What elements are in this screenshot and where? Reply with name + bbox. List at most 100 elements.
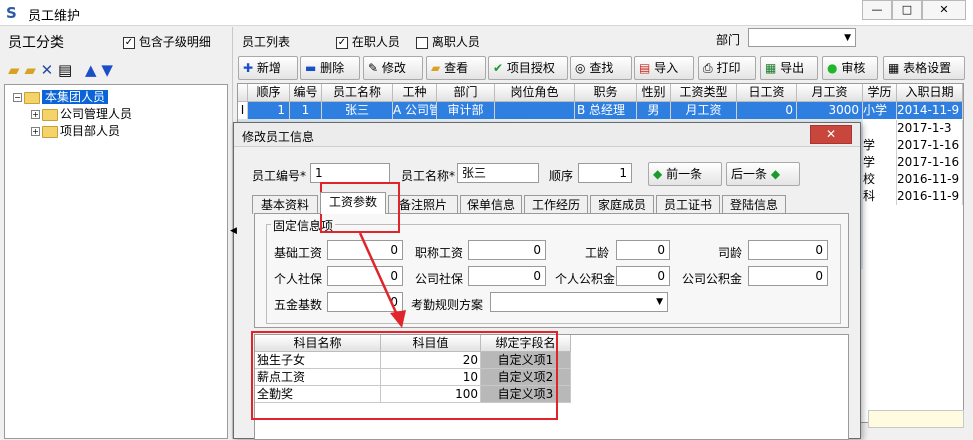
export-button[interactable]: ▦ 导出 <box>760 56 818 80</box>
column-header[interactable]: 员工名称 <box>322 84 393 102</box>
app-icon: S <box>6 4 17 22</box>
dialog-titlebar: 修改员工信息 ✕ <box>234 123 860 147</box>
dropdown-arrow-icon: ▼ <box>656 297 663 307</box>
add-button[interactable]: ✚ 新增 <box>238 56 298 80</box>
edit-button[interactable]: ✎ 修改 <box>363 56 423 80</box>
tab-certificates[interactable]: 员工证书 <box>656 195 720 214</box>
close-window-button[interactable]: ✕ <box>922 0 966 20</box>
green-dot-icon: ● <box>827 61 838 75</box>
personal-ss-label: 个人社保 <box>274 272 323 286</box>
column-header[interactable]: 编号 <box>290 84 322 102</box>
company-years-input[interactable]: 0 <box>748 240 828 260</box>
column-header[interactable]: 岗位角色 <box>495 84 575 102</box>
column-header[interactable]: 工种 <box>393 84 437 102</box>
company-ss-input[interactable]: 0 <box>468 266 546 286</box>
active-filter-checkbox[interactable]: ✓ 在职人员 <box>336 33 400 50</box>
next-record-button[interactable]: 后一条 ◆ <box>726 162 800 186</box>
category-title: 员工分类 <box>8 35 64 51</box>
project-auth-button[interactable]: ✔ 项目授权 <box>488 56 568 80</box>
print-button[interactable]: ⎙ 打印 <box>698 56 756 80</box>
insurance-base-label: 五金基数 <box>274 298 323 312</box>
checkbox-empty-icon <box>416 36 428 49</box>
maximize-button[interactable]: □ <box>892 0 922 20</box>
import-button[interactable]: ▤ 导入 <box>634 56 694 80</box>
grid-cell: 2017-1-16 <box>897 154 963 171</box>
dept-select[interactable]: ▼ <box>748 28 856 47</box>
column-header[interactable]: 入职日期 <box>897 84 963 102</box>
column-header[interactable]: 顺序 <box>248 84 290 102</box>
new-folder-icon[interactable]: ▰ <box>8 61 20 79</box>
folder-icon <box>24 91 40 104</box>
edit-folder-icon[interactable]: ▰ <box>24 61 36 79</box>
column-header[interactable]: 职务 <box>575 84 637 102</box>
dialog-title: 修改员工信息 <box>242 130 315 144</box>
grid-cell: 校 <box>863 171 897 188</box>
attendance-plan-label: 考勤规则方案 <box>411 298 484 312</box>
order-input[interactable]: 1 <box>578 163 632 183</box>
grid-cell: 2016-11-9 <box>897 188 963 205</box>
seniority-input[interactable]: 0 <box>616 240 670 260</box>
minimize-button[interactable]: — <box>862 0 892 20</box>
include-sub-label: 包含子级明细 <box>138 35 211 49</box>
tree-item-management[interactable]: + 公司管理人员 <box>31 105 132 122</box>
grid-cell <box>863 120 897 137</box>
highlight-box-grid <box>251 331 558 420</box>
company-ss-label: 公司社保 <box>415 272 464 286</box>
delete-button[interactable]: ▬ 删除 <box>300 56 360 80</box>
seniority-label: 工龄 <box>585 246 610 260</box>
audit-button[interactable]: ● 审核 <box>822 56 878 80</box>
splitter-arrow-icon[interactable]: ◀ <box>230 226 237 238</box>
include-sub-checkbox[interactable]: ✓ 包含子级明细 <box>123 33 211 50</box>
expand-icon[interactable]: + <box>31 127 40 136</box>
column-header[interactable]: 学历 <box>863 84 897 102</box>
column-header[interactable]: 日工资 <box>737 84 797 102</box>
grid-cell: 学 <box>863 154 897 171</box>
tree-item-group[interactable]: − 本集团人员 <box>13 88 109 105</box>
view-button[interactable]: ▰ 查看 <box>426 56 486 80</box>
delete-icon[interactable]: ✕ <box>41 61 54 79</box>
arrow-up-icon[interactable]: ▲ <box>85 61 97 79</box>
expand-icon[interactable]: + <box>31 110 40 119</box>
code-input[interactable]: 1 <box>310 163 390 183</box>
title-wage-input[interactable]: 0 <box>468 240 546 260</box>
arrow-right-icon: ◆ <box>770 167 781 181</box>
table-row[interactable]: I 1 1 张三 A 公司管 审计部 B 总经理 男 月工资 0 3000 小学… <box>238 102 963 119</box>
category-toolbar: ▰ ▰ ✕ ▤ ▲ ▼ <box>8 61 113 79</box>
printer-icon: ⎙ <box>703 61 713 75</box>
prev-record-button[interactable]: ◆ 前一条 <box>648 162 722 186</box>
attendance-plan-select[interactable]: ▼ <box>490 292 668 312</box>
folder-icon <box>42 108 58 121</box>
checkbox-checked-icon: ✓ <box>336 36 348 49</box>
column-header[interactable]: 工资类型 <box>671 84 737 102</box>
tab-family[interactable]: 家庭成员 <box>590 195 654 214</box>
tree-item-project[interactable]: + 项目部人员 <box>31 122 120 139</box>
order-label: 顺序 <box>549 169 574 183</box>
folder-icon <box>42 125 58 138</box>
column-header[interactable]: 月工资 <box>797 84 863 102</box>
collapse-icon[interactable]: − <box>13 93 22 102</box>
checkmark-icon: ✔ <box>493 61 504 75</box>
column-header[interactable]: 部门 <box>437 84 495 102</box>
personal-hf-input[interactable]: 0 <box>616 266 670 286</box>
grid-cell: 学 <box>863 137 897 154</box>
annotation-arrow-icon <box>358 232 406 328</box>
table-settings-button[interactable]: ▦ 表格设置 <box>883 56 965 80</box>
tab-basic[interactable]: 基本资料 <box>252 195 318 214</box>
tab-login[interactable]: 登陆信息 <box>722 195 786 214</box>
code-label: 员工编号* <box>252 169 307 183</box>
left-filter-checkbox[interactable]: 离职人员 <box>416 33 480 50</box>
arrow-down-icon[interactable]: ▼ <box>101 61 113 79</box>
company-hf-input[interactable]: 0 <box>748 266 828 286</box>
tab-policy[interactable]: 保单信息 <box>460 195 522 214</box>
column-header[interactable]: 性别 <box>637 84 671 102</box>
dialog-close-button[interactable]: ✕ <box>810 125 852 144</box>
document-icon[interactable]: ▤ <box>58 61 72 79</box>
name-input[interactable]: 张三 <box>457 163 539 183</box>
tab-work-history[interactable]: 工作经历 <box>524 195 588 214</box>
window-titlebar: S 员工维护 — □ ✕ <box>0 0 973 26</box>
grid-icon: ▦ <box>888 61 900 75</box>
tab-wage-params[interactable]: 工资参数 <box>320 192 386 214</box>
list-title: 员工列表 <box>242 35 291 49</box>
find-button[interactable]: ◎ 查找 <box>570 56 632 80</box>
status-field <box>868 410 964 428</box>
